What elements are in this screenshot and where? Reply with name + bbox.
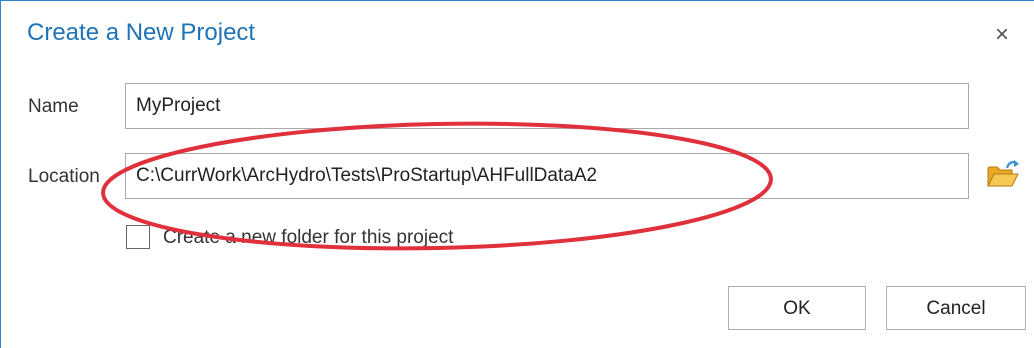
location-field[interactable] [125, 153, 969, 199]
create-project-dialog: Create a New Project × Name Location Cre… [0, 0, 1034, 348]
close-icon: × [994, 21, 1009, 48]
name-field[interactable] [125, 83, 969, 129]
close-button[interactable]: × [988, 21, 1016, 49]
cancel-button[interactable]: Cancel [886, 286, 1026, 330]
browse-folder-button[interactable] [985, 157, 1021, 193]
new-folder-checkbox[interactable] [126, 225, 150, 249]
name-label: Name [28, 96, 79, 117]
ok-button[interactable]: OK [728, 286, 866, 330]
open-folder-icon [987, 160, 1019, 187]
new-folder-checkbox-label: Create a new folder for this project [163, 227, 454, 248]
dialog-title: Create a New Project [27, 19, 256, 46]
location-label: Location [28, 166, 100, 187]
